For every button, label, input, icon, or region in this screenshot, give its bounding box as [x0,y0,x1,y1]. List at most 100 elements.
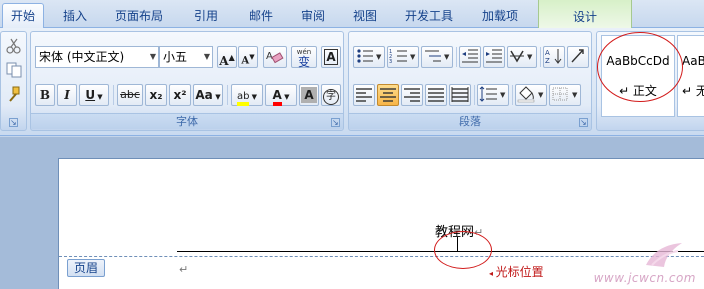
shading-button[interactable]: ▼ [515,84,547,106]
clipboard-launcher-icon[interactable]: ↘ [9,118,18,127]
change-case-icon: Aa [195,88,213,102]
highlighter-icon: ab [236,91,250,106]
font-size-value: 小五 [163,50,188,64]
cut-button[interactable] [3,36,25,58]
decrease-indent-button[interactable] [459,46,481,68]
paintbrush-icon [9,86,20,102]
font-color-button[interactable]: A ▼ [265,84,297,106]
strikethrough-button[interactable]: abc [117,84,143,106]
font-group: 宋体 (中文正文) ▼ 小五 ▼ A▲ A▼ A wén 变 A B I U ▼… [30,31,344,131]
increase-indent-button[interactable] [483,46,505,68]
tab-developer[interactable]: 开发工具 [396,6,462,28]
character-border-button[interactable]: A [321,46,341,68]
ribbon-tab-bar: 开始 插入 页面布局 引用 邮件 审阅 视图 开发工具 加载项 设计 [0,0,704,29]
ribbon: ↘ 宋体 (中文正文) ▼ 小五 ▼ A▲ A▼ A wén 变 A B I U [0,28,704,136]
svg-text:A: A [266,51,273,62]
superscript-button[interactable]: x² [169,84,191,106]
font-name-value: 宋体 (中文正文) [39,50,125,64]
numbering-button[interactable]: 1 2 3 ▼ [387,46,419,68]
multilevel-list-icon: ▼ [425,50,450,62]
sort-az-icon: AZ [545,49,562,65]
character-border-icon: A [324,49,338,65]
svg-text:▼: ▼ [376,53,382,61]
bullets-button[interactable]: ▼ [353,46,385,68]
tab-insert[interactable]: 插入 [52,6,98,28]
separator [474,85,475,105]
grow-font-icon: A [219,54,229,68]
paragraph-group-label: 段落 [349,113,591,129]
cursor-highlight-ellipse [434,231,492,269]
distributed-button[interactable] [449,84,471,106]
tab-review[interactable]: 审阅 [292,6,334,28]
align-right-button[interactable] [401,84,423,106]
tab-mailings[interactable]: 邮件 [240,6,282,28]
italic-button[interactable]: I [57,84,77,106]
tab-addins[interactable]: 加载项 [472,6,528,28]
phonetic-guide-icon: 变 [297,55,310,69]
subscript-button[interactable]: x₂ [145,84,167,106]
svg-text:▼: ▼ [538,91,544,99]
paragraph-dialog-launcher-icon[interactable]: ↘ [579,118,588,127]
document-area: 教程网↵ 页眉 ↵ ◂ 光标位置 www.jcwcn.com [0,137,704,289]
svg-text:A: A [545,49,550,57]
grow-font-button[interactable]: A▲ [217,46,237,68]
highlight-ellipse [597,32,683,102]
clear-formatting-button[interactable]: A [263,46,287,68]
watermark-text: www.jcwcn.com [593,271,696,285]
svg-text:▼: ▼ [572,91,578,99]
svg-text:▼: ▼ [500,91,506,99]
show-formatting-marks-button[interactable] [567,46,589,68]
font-name-combo[interactable]: 宋体 (中文正文) ▼ [35,46,159,68]
multilevel-list-button[interactable]: ▼ [421,46,453,68]
phonetic-guide-button[interactable]: wén 变 [291,46,317,68]
svg-text:▼: ▼ [444,53,450,61]
justify-button[interactable] [425,84,447,106]
change-case-button[interactable]: Aa ▼ [193,84,223,106]
borders-button[interactable]: ▼ [549,84,581,106]
highlight-button[interactable]: ab ▼ [231,84,263,106]
copy-button[interactable] [3,60,25,82]
increase-indent-icon [486,49,502,63]
chevron-down-icon: ▼ [149,52,156,61]
separator [540,47,541,67]
enclose-characters-icon: 字 [323,89,339,105]
underline-icon: U [85,88,96,102]
character-shading-button[interactable]: A [299,84,319,106]
svg-text:▼: ▼ [410,53,416,61]
clipboard-group: ↘ [0,31,27,131]
paint-bucket-icon: ▼ [517,86,544,103]
align-left-icon [356,88,372,102]
chinese-layout-button[interactable]: ▼ [507,46,537,68]
paragraph-group: ▼ 1 2 3 ▼ ▼ ▼ AZ ▼ ▼ ▼ 段落 ↘ [348,31,592,131]
separator [227,85,228,105]
align-right-icon [404,88,420,102]
sort-button[interactable]: AZ [543,46,565,68]
format-painter-button[interactable] [3,84,25,106]
align-left-button[interactable] [353,84,375,106]
underline-button[interactable]: U ▼ [79,84,109,106]
document-page[interactable]: 教程网↵ 页眉 ↵ ◂ 光标位置 [58,158,704,289]
enclose-characters-button[interactable]: 字 [321,84,341,106]
tab-page-layout[interactable]: 页面布局 [106,6,172,28]
distributed-icon [451,87,469,102]
shrink-font-button[interactable]: A▼ [238,46,258,68]
font-dialog-launcher-icon[interactable]: ↘ [331,118,340,127]
numbered-list-icon: 123▼ [389,49,416,65]
font-size-combo[interactable]: 小五 ▼ [159,46,213,68]
borders-icon: ▼ [552,87,578,101]
svg-text:▼: ▼ [527,53,533,61]
header-tag[interactable]: 页眉 [67,259,106,277]
line-spacing-button[interactable]: ▼ [477,84,509,106]
chevron-down-icon: ▼ [203,52,210,61]
separator [456,47,457,67]
tab-view[interactable]: 视图 [344,6,386,28]
font-group-label: 字体 [31,113,343,129]
tab-home[interactable]: 开始 [2,3,44,29]
bold-button[interactable]: B [35,84,55,106]
tab-design[interactable]: 设计 [538,0,632,28]
chinese-layout-icon: ▼ [510,50,533,63]
character-shading-icon: A [301,87,317,103]
align-center-button[interactable] [377,84,399,106]
tab-references[interactable]: 引用 [180,6,232,28]
body-paragraph-mark-icon: ↵ [179,263,189,276]
